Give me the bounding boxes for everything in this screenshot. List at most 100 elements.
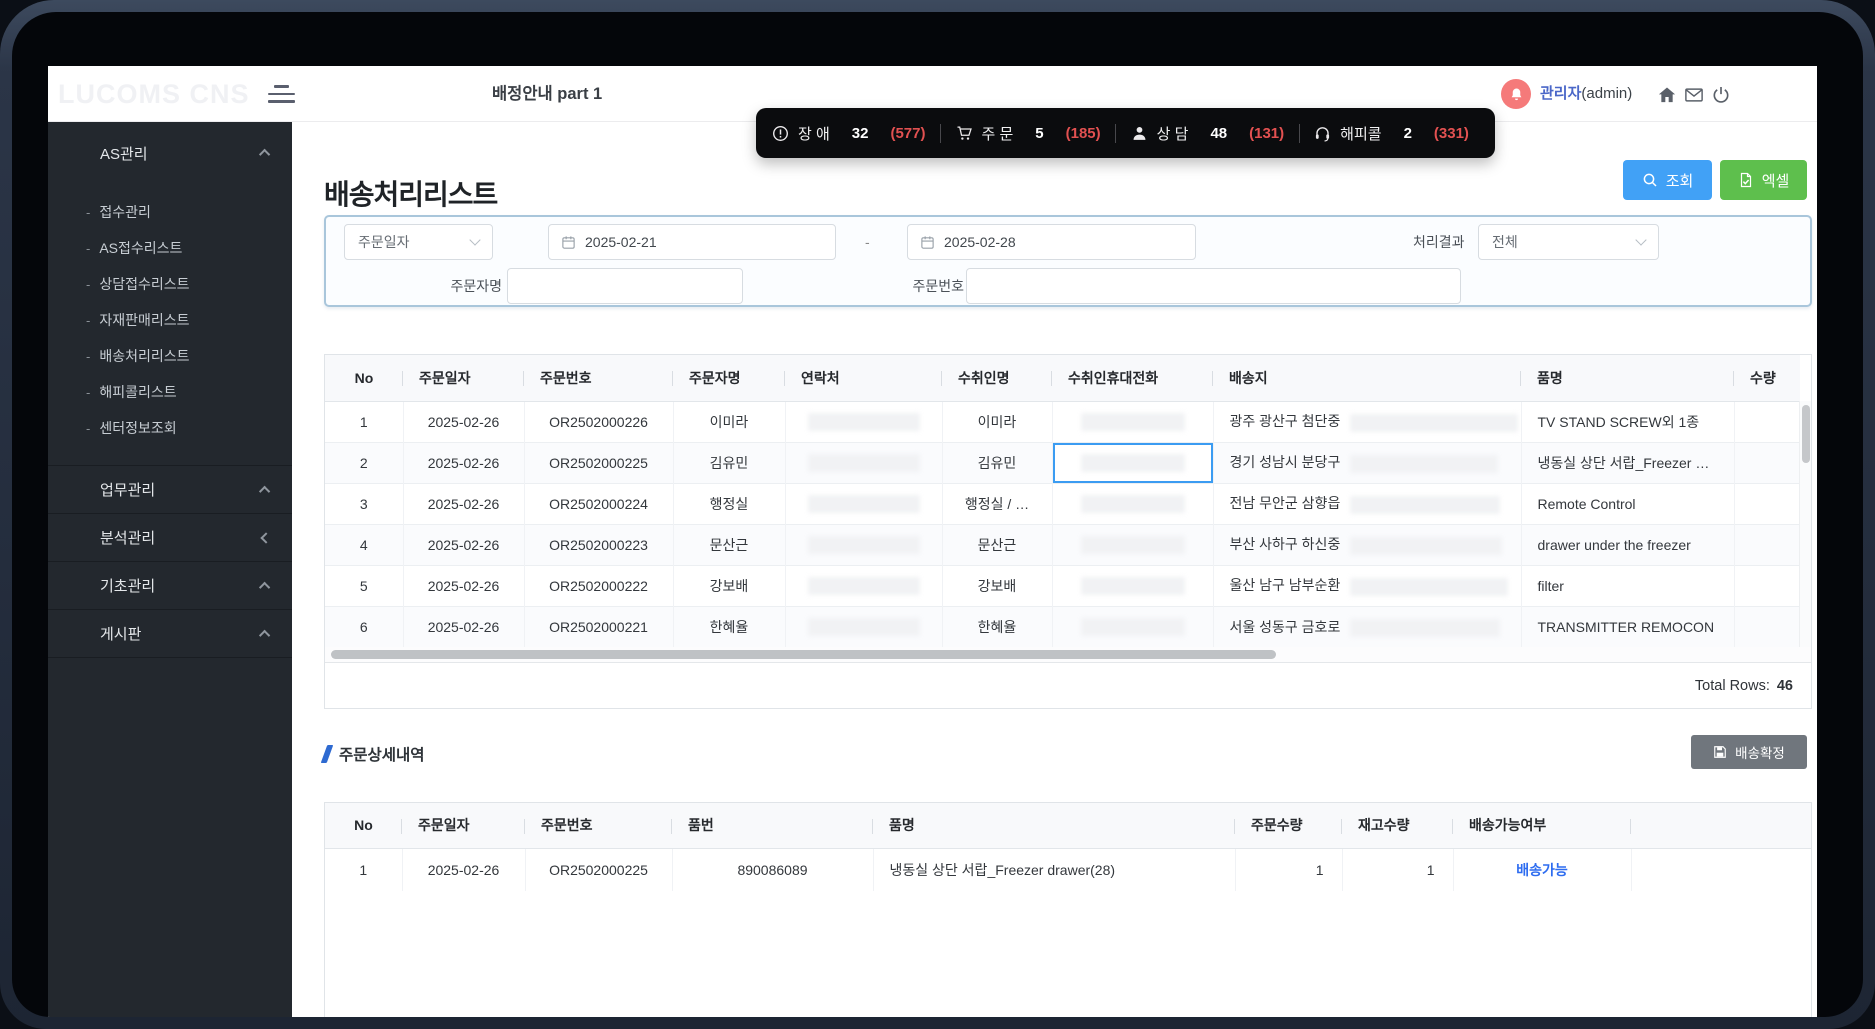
deliverable-link[interactable]: 배송가능 — [1516, 862, 1568, 878]
column-header-No[interactable]: No — [325, 355, 403, 401]
cell-no[interactable]: 2 — [325, 442, 403, 483]
avatar[interactable] — [1501, 79, 1531, 109]
cell-qty[interactable] — [1734, 442, 1800, 483]
cell-phone[interactable] — [1052, 565, 1213, 606]
sidebar-item[interactable]: -자재판매리스트 — [48, 302, 292, 338]
cell-product[interactable]: 냉동실 상단 서랍_Freezer … — [1521, 442, 1734, 483]
column-header-주문수량[interactable]: 주문수량 — [1235, 803, 1342, 848]
cell-contact[interactable] — [785, 524, 942, 565]
sidebar-item[interactable]: -상담접수리스트 — [48, 266, 292, 302]
cell-contact[interactable] — [785, 442, 942, 483]
cell-order_no[interactable]: OR2502000225 — [524, 442, 673, 483]
cell-product[interactable]: TV STAND SCREW외 1종 — [1521, 401, 1734, 442]
cell-date[interactable]: 2025-02-26 — [403, 401, 524, 442]
cell-orderer[interactable]: 이미라 — [673, 401, 785, 442]
cell-no[interactable]: 6 — [325, 606, 403, 647]
cell-contact[interactable] — [785, 401, 942, 442]
sidebar-group-2[interactable]: 분석관리 — [48, 514, 292, 561]
cell-product[interactable]: drawer under the freezer — [1521, 524, 1734, 565]
cell-order_no[interactable]: OR2502000221 — [524, 606, 673, 647]
sidebar-group-3[interactable]: 기초관리 — [48, 562, 292, 609]
cell-address[interactable]: 광주 광산구 첨단중 — [1213, 401, 1521, 442]
sidebar-item[interactable]: -해피콜리스트 — [48, 374, 292, 410]
sidebar-group-4[interactable]: 게시판 — [48, 610, 292, 657]
cell-address[interactable]: 경기 성남시 분당구 — [1213, 442, 1521, 483]
cell-no[interactable]: 5 — [325, 565, 403, 606]
cell-product[interactable]: filter — [1521, 565, 1734, 606]
column-header-배송가능여부[interactable]: 배송가능여부 — [1453, 803, 1631, 848]
column-header-품명[interactable]: 품명 — [873, 803, 1235, 848]
cell-recipient[interactable]: 행정실 / … — [942, 483, 1052, 524]
cell-qty[interactable] — [1734, 401, 1800, 442]
cell-orderer[interactable]: 김유민 — [673, 442, 785, 483]
column-header-주문번호[interactable]: 주문번호 — [524, 355, 673, 401]
column-header-품명[interactable]: 품명 — [1521, 355, 1734, 401]
sidebar-item[interactable]: -AS접수리스트 — [48, 230, 292, 266]
column-header-연락처[interactable]: 연락처 — [785, 355, 942, 401]
cell-stock_qty[interactable]: 1 — [1342, 848, 1453, 891]
result-select[interactable]: 전체 — [1478, 224, 1659, 260]
vertical-scrollbar-thumb[interactable] — [1802, 405, 1810, 463]
orderer-input[interactable] — [507, 268, 743, 304]
cell-address[interactable]: 서울 성동구 금호로 — [1213, 606, 1521, 647]
cell-deliverable[interactable]: 배송가능 — [1453, 848, 1631, 891]
cell-no[interactable]: 3 — [325, 483, 403, 524]
mail-icon[interactable] — [1684, 85, 1704, 105]
cell-date[interactable]: 2025-02-26 — [402, 848, 525, 891]
home-icon[interactable] — [1657, 85, 1677, 105]
cell-orderer[interactable]: 한혜율 — [673, 606, 785, 647]
cell-phone[interactable] — [1052, 606, 1213, 647]
power-icon[interactable] — [1711, 85, 1731, 105]
date-to-input[interactable]: 2025-02-28 — [907, 224, 1196, 260]
cell-phone[interactable] — [1052, 483, 1213, 524]
column-header-품번[interactable]: 품번 — [672, 803, 873, 848]
column-header-No[interactable]: No — [325, 803, 402, 848]
column-header-주문일자[interactable]: 주문일자 — [403, 355, 524, 401]
cell-qty[interactable] — [1734, 565, 1800, 606]
sidebar-group-1[interactable]: 업무관리 — [48, 466, 292, 513]
column-header-blank[interactable] — [1631, 803, 1811, 848]
confirm-delivery-button[interactable]: 배송확정 — [1691, 735, 1807, 769]
cell-product[interactable]: 냉동실 상단 서랍_Freezer drawer(28) — [873, 848, 1235, 891]
cell-phone[interactable] — [1052, 442, 1213, 483]
column-header-수량[interactable]: 수량 — [1734, 355, 1800, 401]
date-from-input[interactable]: 2025-02-21 — [548, 224, 836, 260]
cell-address[interactable]: 울산 남구 남부순환 — [1213, 565, 1521, 606]
cell-date[interactable]: 2025-02-26 — [403, 606, 524, 647]
column-header-수취인명[interactable]: 수취인명 — [942, 355, 1052, 401]
cell-qty[interactable] — [1734, 483, 1800, 524]
cell-date[interactable]: 2025-02-26 — [403, 442, 524, 483]
cell-product[interactable]: Remote Control — [1521, 483, 1734, 524]
column-header-수취인휴대전화[interactable]: 수취인휴대전화 — [1052, 355, 1213, 401]
cell-no[interactable]: 1 — [325, 848, 402, 891]
cell-date[interactable]: 2025-02-26 — [403, 565, 524, 606]
cell-order_no[interactable]: OR2502000226 — [524, 401, 673, 442]
cell-orderer[interactable]: 문산근 — [673, 524, 785, 565]
cell-date[interactable]: 2025-02-26 — [403, 524, 524, 565]
excel-button[interactable]: 엑셀 — [1720, 160, 1807, 200]
cell-order_qty[interactable]: 1 — [1235, 848, 1342, 891]
cell-recipient[interactable]: 이미라 — [942, 401, 1052, 442]
cell-order_no[interactable]: OR2502000223 — [524, 524, 673, 565]
cell-no[interactable]: 1 — [325, 401, 403, 442]
cell-qty[interactable] — [1734, 606, 1800, 647]
cell-order_no[interactable]: OR2502000222 — [524, 565, 673, 606]
cell-phone[interactable] — [1052, 401, 1213, 442]
sidebar-item[interactable]: -접수관리 — [48, 194, 292, 230]
cell-date[interactable]: 2025-02-26 — [403, 483, 524, 524]
cell-part_no[interactable]: 890086089 — [672, 848, 873, 891]
sidebar-group-0[interactable]: AS관리 — [48, 130, 292, 176]
cell-recipient[interactable]: 강보배 — [942, 565, 1052, 606]
cell-phone[interactable] — [1052, 524, 1213, 565]
cell-contact[interactable] — [785, 483, 942, 524]
menu-toggle-icon[interactable] — [268, 83, 295, 105]
cell-orderer[interactable]: 행정실 — [673, 483, 785, 524]
sidebar-item[interactable]: -센터정보조회 — [48, 410, 292, 446]
horizontal-scrollbar-thumb[interactable] — [331, 650, 1276, 659]
cell-address[interactable]: 전남 무안군 삼향읍 — [1213, 483, 1521, 524]
cell-no[interactable]: 4 — [325, 524, 403, 565]
column-header-주문자명[interactable]: 주문자명 — [673, 355, 785, 401]
cell-recipient[interactable]: 한혜율 — [942, 606, 1052, 647]
cell-order_no[interactable]: OR2502000225 — [525, 848, 672, 891]
order-no-input[interactable] — [966, 268, 1461, 304]
